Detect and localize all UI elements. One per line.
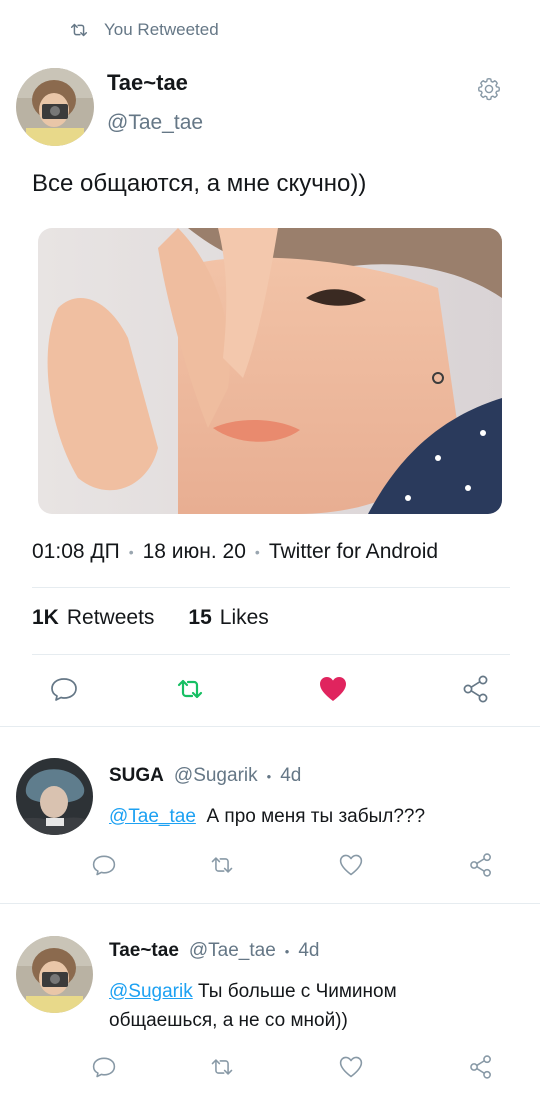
retweet-header: You Retweeted bbox=[68, 18, 219, 42]
retweet-button-icon[interactable] bbox=[209, 852, 235, 878]
reply-age: 4d bbox=[280, 765, 302, 786]
reply-avatar[interactable] bbox=[16, 758, 93, 835]
retweets-stat[interactable]: 1K Retweets bbox=[32, 606, 154, 630]
reply-icon[interactable] bbox=[91, 1054, 117, 1080]
reply-age: 4d bbox=[298, 940, 320, 961]
share-icon[interactable] bbox=[468, 1054, 494, 1080]
reply-separator: • bbox=[266, 769, 272, 784]
tweet-photo[interactable] bbox=[38, 228, 502, 514]
tweet-date: 18 июн. 20 bbox=[142, 540, 246, 563]
reply-author-handle[interactable]: @Tae_tae bbox=[189, 940, 276, 962]
tweet-source[interactable]: Twitter for Android bbox=[269, 540, 438, 564]
reply-header: SUGA @Sugarik • 4d bbox=[109, 765, 301, 787]
reply-author-name[interactable]: SUGA bbox=[109, 765, 164, 787]
reply-avatar[interactable] bbox=[16, 936, 93, 1013]
tweet-stats: 1K Retweets 15 Likes bbox=[32, 606, 269, 630]
retweet-icon bbox=[70, 23, 88, 37]
retweet-button-icon[interactable] bbox=[209, 1054, 235, 1080]
like-heart-icon[interactable] bbox=[338, 1054, 364, 1080]
reply-header: Tae~tae @Tae_tae • 4d bbox=[109, 940, 320, 962]
like-heart-icon[interactable] bbox=[318, 674, 348, 704]
meta-separator: • bbox=[128, 544, 134, 560]
tweet-meta: 01:08 ДП • 18 июн. 20 • Twitter for Andr… bbox=[32, 540, 438, 564]
share-icon[interactable] bbox=[468, 852, 494, 878]
author-avatar[interactable] bbox=[16, 68, 94, 146]
likes-label: Likes bbox=[219, 606, 269, 629]
author-handle[interactable]: @Tae_tae bbox=[107, 111, 203, 135]
reply-mention[interactable]: @Tae_tae bbox=[109, 806, 196, 827]
reply-body-line2: общаешься, а не со мной)) bbox=[109, 1010, 348, 1031]
divider bbox=[32, 587, 510, 588]
reply-text: @Tae_tae А про меня ты забыл??? bbox=[109, 802, 425, 831]
retweets-count: 1K bbox=[32, 606, 59, 629]
likes-count: 15 bbox=[188, 606, 212, 629]
reply-icon[interactable] bbox=[49, 674, 79, 704]
likes-stat[interactable]: 15 Likes bbox=[188, 606, 268, 630]
reply-icon[interactable] bbox=[91, 852, 117, 878]
reply-body-line1: Ты больше с Чимином bbox=[198, 981, 397, 1002]
author-name[interactable]: Tae~tae bbox=[107, 70, 188, 96]
tweet-text: Все общаются, а мне скучно)) bbox=[32, 170, 367, 197]
like-heart-icon[interactable] bbox=[338, 852, 364, 878]
divider bbox=[32, 654, 510, 655]
retweet-header-label: You Retweeted bbox=[104, 20, 219, 39]
tweet-time: 01:08 ДП bbox=[32, 540, 120, 563]
share-icon[interactable] bbox=[461, 674, 491, 704]
gear-icon[interactable] bbox=[476, 76, 502, 102]
meta-separator: • bbox=[254, 544, 260, 560]
retweets-label: Retweets bbox=[66, 606, 155, 629]
reply-author-name[interactable]: Tae~tae bbox=[109, 940, 179, 962]
reply-author-handle[interactable]: @Sugarik bbox=[174, 765, 258, 787]
divider bbox=[0, 903, 540, 904]
divider bbox=[0, 726, 540, 727]
reply-text: @Sugarik Ты больше с Чимином общаешься, … bbox=[109, 977, 529, 1035]
retweet-button-icon[interactable] bbox=[175, 674, 205, 704]
reply-mention[interactable]: @Sugarik bbox=[109, 981, 193, 1002]
reply-body: А про меня ты забыл??? bbox=[206, 806, 426, 827]
reply-separator: • bbox=[284, 944, 290, 959]
